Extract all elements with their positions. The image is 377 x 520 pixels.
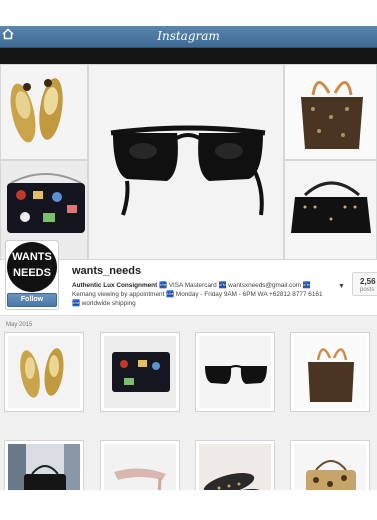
cover-photo-studded-bag[interactable] bbox=[284, 160, 377, 260]
grid-photo-sunglasses[interactable] bbox=[195, 332, 275, 412]
profile-username: wants_needs bbox=[72, 265, 142, 277]
posts-count: 2,56 bbox=[360, 277, 376, 286]
posts-counter[interactable]: 2,56 posts bbox=[352, 272, 377, 296]
grid-photo-flats[interactable] bbox=[4, 332, 84, 412]
grid-photo-monogram-tote[interactable] bbox=[290, 332, 370, 412]
cover-collage bbox=[0, 64, 377, 260]
header-band bbox=[0, 48, 377, 64]
bottom-blank bbox=[0, 490, 377, 520]
grid-photo-bag-patches[interactable] bbox=[100, 332, 180, 412]
avatar-text-wants: WANTS bbox=[12, 251, 52, 263]
avatar-text-needs: NEEDS bbox=[13, 267, 51, 279]
month-label: May 2015 bbox=[6, 322, 33, 328]
posts-label: posts bbox=[360, 287, 375, 293]
avatar[interactable]: WANTS NEEDS bbox=[7, 242, 57, 292]
cover-photo-sunglasses[interactable] bbox=[88, 64, 284, 260]
profile-bio: Authentic Lux Consignment 🏧 VISA Masterc… bbox=[72, 281, 330, 308]
follow-button[interactable]: Follow bbox=[7, 293, 57, 307]
app-title: Instagram bbox=[157, 29, 220, 43]
options-dropdown-icon[interactable]: ▼ bbox=[338, 283, 345, 290]
top-navbar: Instagram bbox=[0, 26, 377, 48]
bio-headline: Authentic Lux Consignment bbox=[72, 282, 158, 289]
cover-photo-flats[interactable] bbox=[0, 64, 88, 160]
cover-photo-monogram-tote[interactable] bbox=[284, 64, 377, 160]
